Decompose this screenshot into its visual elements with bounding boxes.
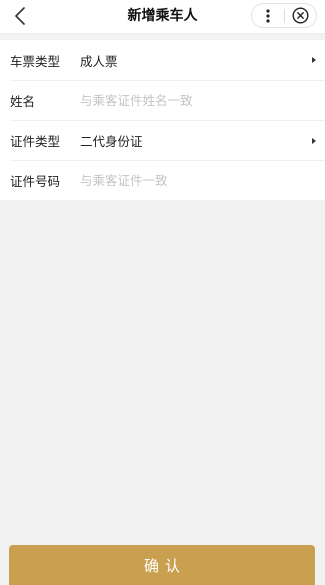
confirm-button[interactable]: 确认 (9, 545, 315, 585)
ticket-type-value: 成人票 (80, 53, 118, 69)
id-type-value: 二代身份证 (80, 134, 143, 149)
name-input[interactable] (80, 93, 300, 108)
name-label: 姓名 (10, 94, 36, 109)
more-button[interactable] (252, 4, 284, 27)
arrow-right-icon (312, 137, 316, 144)
ticket-type-label: 车票类型 (10, 53, 61, 69)
close-circle-icon (292, 7, 309, 24)
id-number-input[interactable] (80, 173, 300, 188)
navigation-bar: 新增乘车人 (0, 0, 325, 34)
passenger-form: 车票类型 成人票 姓名 证件类型 二代身份证 证件号码 (0, 40, 325, 200)
id-number-row: 证件号码 (10, 160, 325, 200)
id-type-row[interactable]: 证件类型 二代身份证 (10, 120, 325, 160)
arrow-right-icon (312, 57, 316, 63)
name-row: 姓名 (10, 80, 325, 120)
id-number-label: 证件号码 (10, 174, 61, 189)
more-dots-icon (266, 8, 270, 23)
id-type-label: 证件类型 (10, 134, 61, 149)
close-button[interactable] (285, 4, 317, 27)
mini-program-capsule (251, 3, 317, 28)
ticket-type-row[interactable]: 车票类型 成人票 (0, 40, 325, 80)
